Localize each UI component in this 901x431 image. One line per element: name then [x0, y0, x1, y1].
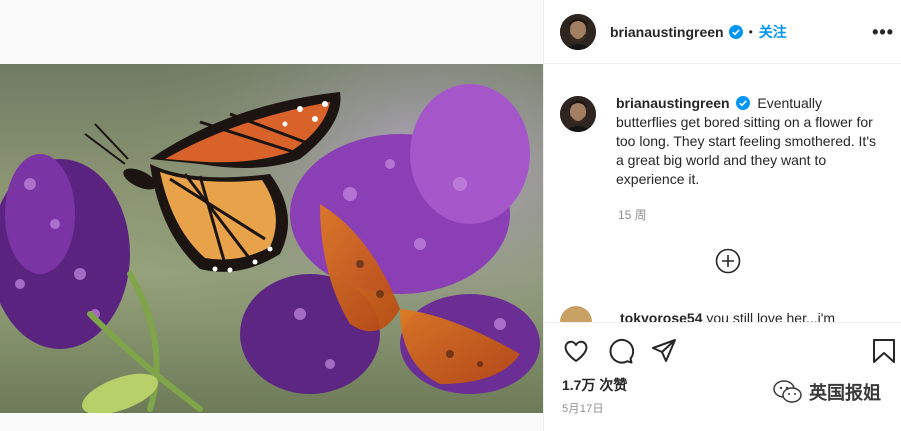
follow-button[interactable]: 关注 [759, 22, 787, 42]
verified-badge-icon [736, 96, 751, 110]
avatar[interactable] [560, 13, 596, 50]
instagram-post: brianaustingreen • 关注 ••• brianaustingre… [0, 0, 901, 431]
wechat-icon [773, 380, 802, 403]
avatar-image [560, 13, 596, 50]
more-options-icon[interactable]: ••• [872, 22, 894, 43]
actions-area: 1.7万 次赞 5月17日 [544, 322, 901, 431]
comment: tokyorose54 you still love her...i'm [560, 306, 890, 322]
post-time[interactable]: 15 周 [618, 206, 647, 223]
commenter-username[interactable]: tokyorose54 [620, 310, 702, 322]
verified-badge-icon [728, 24, 743, 39]
share-icon[interactable] [650, 337, 678, 365]
caption-username[interactable]: brianaustingreen [616, 95, 730, 111]
comments-section[interactable]: brianaustingreen Eventually butterflies … [544, 64, 901, 322]
caption-text: brianaustingreen Eventually butterflies … [616, 94, 876, 189]
post-header: brianaustingreen • 关注 ••• [544, 0, 901, 64]
post-photo[interactable] [0, 64, 543, 413]
bookmark-icon[interactable] [870, 337, 898, 365]
username-link[interactable]: brianaustingreen [610, 24, 724, 40]
separator-dot: • [748, 24, 753, 39]
avatar-image [560, 96, 596, 132]
post-side-panel: brianaustingreen • 关注 ••• brianaustingre… [543, 0, 901, 431]
comment-icon[interactable] [606, 337, 635, 365]
caption-avatar[interactable] [560, 96, 596, 132]
watermark: 英国报姐 [773, 379, 881, 405]
watermark-text: 英国报姐 [809, 383, 881, 403]
comment-text: tokyorose54 you still love her...i'm [620, 310, 835, 322]
butterflies-photo [0, 64, 543, 413]
post-date: 5月17日 [562, 403, 604, 415]
load-more-comments-icon[interactable] [715, 248, 741, 274]
comment-body: you still love her...i'm [706, 310, 836, 322]
like-count[interactable]: 1.7万 次赞 [562, 375, 627, 395]
commenter-avatar[interactable] [560, 306, 592, 322]
caption: brianaustingreen Eventually butterflies … [560, 94, 890, 189]
heart-icon[interactable] [562, 337, 590, 365]
